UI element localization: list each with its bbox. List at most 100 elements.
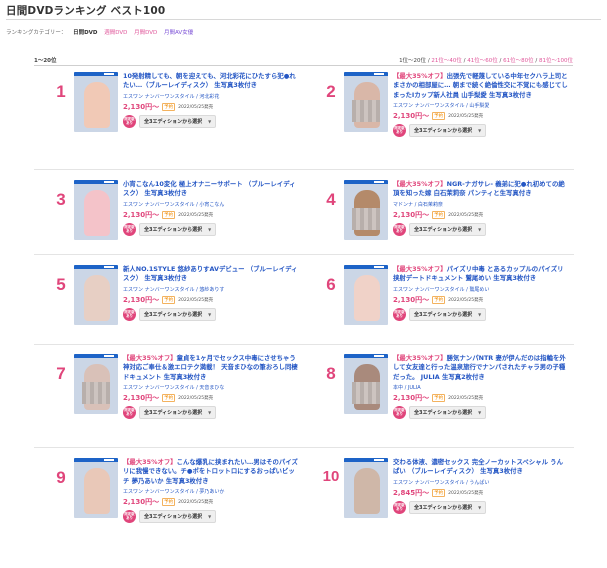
title-divider [6,19,601,20]
jacket-figure [354,468,380,514]
maker-performer-link[interactable]: エスワン ナンバーワンスタイル / うんぱい [393,479,569,486]
product-title-link[interactable]: 【最大35%オフ】こんな爆乳に挟まれたい…男はそのパイズリに我慢できない。チ●ポ… [123,458,299,486]
product-title-text: 新人NO.1STYLE 悠紗ありすAVデビュー （ブルーレイディスク） 生写真3… [123,265,298,283]
price: 2,845円〜 [393,488,430,497]
product-jacket-image[interactable] [74,72,118,132]
maker-performer-link[interactable]: エスワン ナンバーワンスタイル / 山手梨愛 [393,102,569,109]
edition-select[interactable]: 全3エディションから選択 ▼ [139,405,217,419]
maker-performer-link[interactable]: マドンナ / 白石茉莉奈 [393,201,569,208]
price-row: 2,130円〜 予約 2022/05/25発売 [393,393,569,403]
bluray-band [344,265,388,269]
category-monthly-actress[interactable]: 月間AV女優 [164,30,193,36]
discount-label: 【最大35%オフ】 [393,265,447,273]
category-monthly-dvd[interactable]: 月間DVD [134,30,157,36]
chevron-down-icon: ▼ [478,311,482,317]
pager: 1位〜20位 / 21位〜40位 / 41位〜60位 / 61位〜80位 / 8… [399,58,573,64]
product-title-link[interactable]: 【最大35%オフ】パイズリ中毒 とあるカップルのパイズリ挟射デートドキュメント … [393,265,569,284]
pager-link-81-100[interactable]: 81位〜100位 [539,58,573,64]
ranking-page: 日間DVDランキング ベスト100 ランキングカテゴリー： 日間DVD 週間DV… [0,0,607,568]
edition-select[interactable]: 全3エディションから選択 ▼ [409,500,487,514]
edition-select-row: 限定版 あり 全3エディションから選択 ▼ [123,114,299,128]
product-title-link[interactable]: 小宵こなん10変化 極上オナニーサポート （ブルーレイディスク） 生写真3枚付き [123,180,299,199]
pager-divider [34,65,573,66]
product-jacket-image[interactable] [74,180,118,240]
bluray-band [74,354,118,358]
edition-select[interactable]: 全3エディションから選択 ▼ [139,307,217,321]
maker-performer-link[interactable]: エスワン ナンバーワンスタイル / 小宵こなん [123,201,299,208]
limited-edition-badge: 限定版 あり [393,222,406,236]
release-date: 2022/05/25発売 [178,104,214,110]
product-title-link[interactable]: 【最大35%オフ】出張先で軽蔑している中年セクハラ上司とまさかの相部屋に… 朝ま… [393,72,569,100]
limited-edition-badge: 限定版 あり [123,114,136,128]
price-row: 2,130円〜 予約 2022/05/25発売 [393,111,569,121]
product-jacket-image[interactable] [344,72,388,132]
pager-link-21-40[interactable]: 21位〜40位 [431,58,462,64]
price: 2,130円〜 [123,102,160,111]
product-info: 【最大35%オフ】童貞を1ヶ月でセックス中毒にさせちゃう神対応ご奉仕＆激エロテク… [123,354,299,419]
category-daily-dvd: 日間DVD [73,30,98,36]
preorder-badge: 予約 [432,393,446,402]
pager-link-61-80[interactable]: 61位〜80位 [503,58,534,64]
bluray-band [344,180,388,184]
price-row: 2,130円〜 予約 2022/05/25発売 [393,210,569,220]
price: 2,130円〜 [393,111,430,120]
edition-select[interactable]: 全3エディションから選択 ▼ [409,405,487,419]
range-label: 1〜20位 [34,58,57,64]
preorder-badge: 予約 [432,210,446,219]
product-title-link[interactable]: 10発射精しても、朝を迎えても、河北彩花にひたすら犯●れたい…（ブルーレイディス… [123,72,299,91]
price: 2,130円〜 [123,210,160,219]
product-jacket-image[interactable] [344,458,388,518]
rank-number: 3 [56,190,66,209]
page-title: 日間DVDランキング ベスト100 [6,5,166,17]
product-jacket-image[interactable] [74,458,118,518]
rank-number: 2 [326,82,336,101]
release-date: 2022/05/25発売 [448,297,484,303]
price-row: 2,130円〜 予約 2022/05/25発売 [123,102,299,112]
product-jacket-image[interactable] [344,265,388,325]
jacket-figure [84,82,110,128]
edition-select[interactable]: 全3エディションから選択 ▼ [139,509,217,523]
maker-performer-link[interactable]: エスワン ナンバーワンスタイル / 夢乃あいか [123,488,299,495]
limited-edition-badge: 限定版 あり [123,405,136,419]
rank-number: 7 [56,364,66,383]
limited-edition-badge: 限定版 あり [123,509,136,523]
maker-performer-link[interactable]: エスワン ナンバーワンスタイル / 河北彩花 [123,93,299,100]
rank-number: 9 [56,468,66,487]
maker-performer-link[interactable]: エスワン ナンバーワンスタイル / 天音まひな [123,384,299,391]
discount-label: 【最大35%オフ】 [393,180,447,188]
jacket-figure [84,468,110,514]
edition-select[interactable]: 全3エディションから選択 ▼ [139,222,217,236]
edition-select[interactable]: 全3エディションから選択 ▼ [409,222,487,236]
limited-edition-badge: 限定版 あり [123,307,136,321]
product-jacket-image[interactable] [344,180,388,240]
maker-performer-link[interactable]: エスワン ナンバーワンスタイル / 悠紗ありす [123,286,299,293]
product-title-link[interactable]: 交わる体液、濃密セックス 完全ノーカットスペシャル うんぱい （ブルーレイディス… [393,458,569,477]
edition-select[interactable]: 全3エディションから選択 ▼ [139,114,217,128]
product-title-link[interactable]: 新人NO.1STYLE 悠紗ありすAVデビュー （ブルーレイディスク） 生写真3… [123,265,299,284]
maker-performer-link[interactable]: 本中 / JULIA [393,384,569,391]
edition-select[interactable]: 全3エディションから選択 ▼ [409,307,487,321]
chevron-down-icon: ▼ [208,118,212,124]
pager-link-41-60[interactable]: 41位〜60位 [467,58,498,64]
rank-number: 10 [322,468,340,485]
product-jacket-image[interactable] [74,265,118,325]
rank-number: 1 [56,82,66,101]
rank-number: 8 [326,364,336,383]
maker-performer-link[interactable]: エスワン ナンバーワンスタイル / 鷲尾めい [393,286,569,293]
product-title-link[interactable]: 【最大35%オフ】勝気ナンパNTR 妻が伊んだのは指輪を外して女友達と行った温泉… [393,354,569,382]
product-info: 【最大35%オフ】パイズリ中毒 とあるカップルのパイズリ挟射デートドキュメント … [393,265,569,321]
product-info: 【最大35%オフ】出張先で軽蔑している中年セクハラ上司とまさかの相部屋に… 朝ま… [393,72,569,137]
edition-select-row: 限定版 あり 全3エディションから選択 ▼ [393,500,569,514]
rank-number: 4 [326,190,336,209]
product-jacket-image[interactable] [74,354,118,414]
product-title-link[interactable]: 【最大35%オフ】童貞を1ヶ月でセックス中毒にさせちゃう神対応ご奉仕＆激エロテク… [123,354,299,382]
bluray-band [74,265,118,269]
category-weekly-dvd[interactable]: 週間DVD [104,30,127,36]
release-date: 2022/05/25発売 [448,395,484,401]
edition-select[interactable]: 全3エディションから選択 ▼ [409,123,487,137]
product-info: 新人NO.1STYLE 悠紗ありすAVデビュー （ブルーレイディスク） 生写真3… [123,265,299,321]
product-jacket-image[interactable] [344,354,388,414]
product-title-text: 10発射精しても、朝を迎えても、河北彩花にひたすら犯●れたい…（ブルーレイディス… [123,72,296,90]
product-title-text: 小宵こなん10変化 極上オナニーサポート （ブルーレイディスク） 生写真3枚付き [123,180,296,198]
product-title-link[interactable]: 【最大35%オフ】NGR-ナガサレ- 義弟に犯●れ初めての絶頂を知った嫁 白石茉… [393,180,569,199]
